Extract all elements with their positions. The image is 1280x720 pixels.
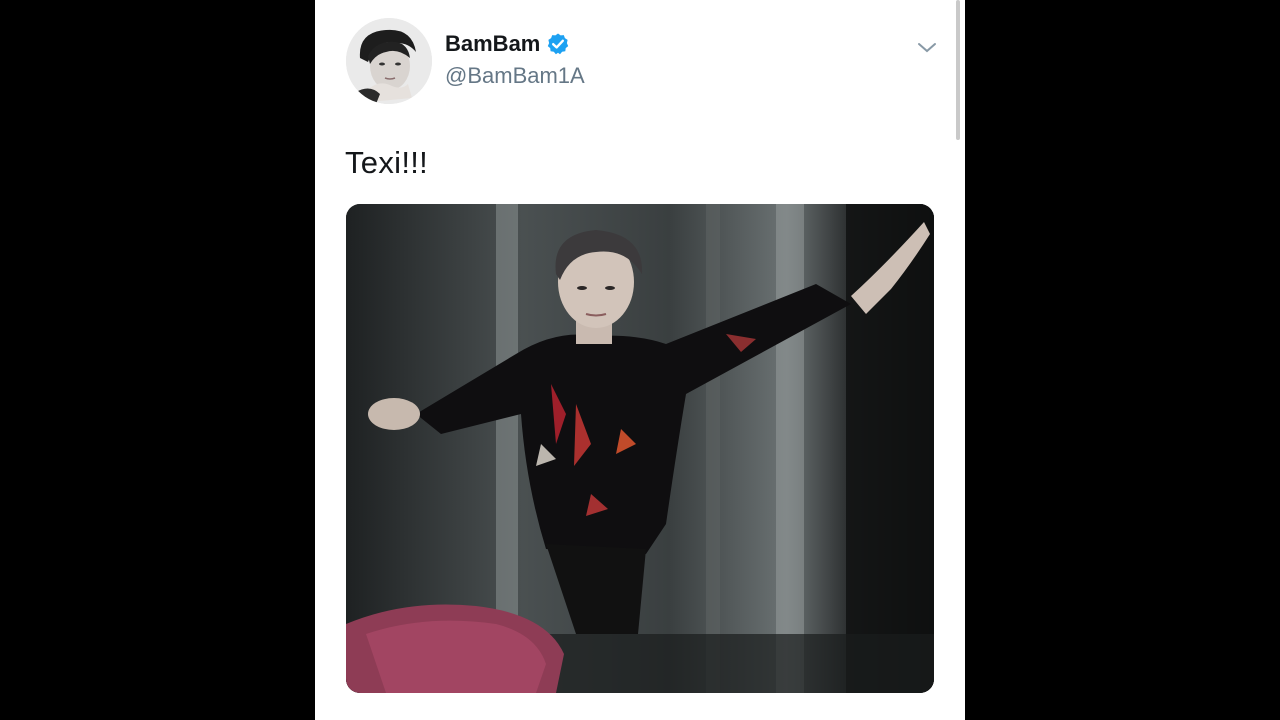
tweet-text: Texi!!! (345, 145, 429, 180)
display-name[interactable]: BamBam (445, 31, 570, 57)
tweet-card: BamBam @BamBam1A Texi!!! (315, 0, 965, 720)
tweet-media[interactable] (346, 204, 934, 693)
scrollbar[interactable] (956, 0, 960, 140)
verified-badge-icon (546, 32, 570, 56)
avatar[interactable] (346, 18, 432, 104)
chevron-down-icon[interactable] (917, 38, 937, 58)
performance-photo-icon (346, 204, 934, 693)
display-name-text: BamBam (445, 31, 541, 56)
user-handle[interactable]: @BamBam1A (445, 63, 585, 89)
profile-photo-icon (346, 18, 432, 104)
